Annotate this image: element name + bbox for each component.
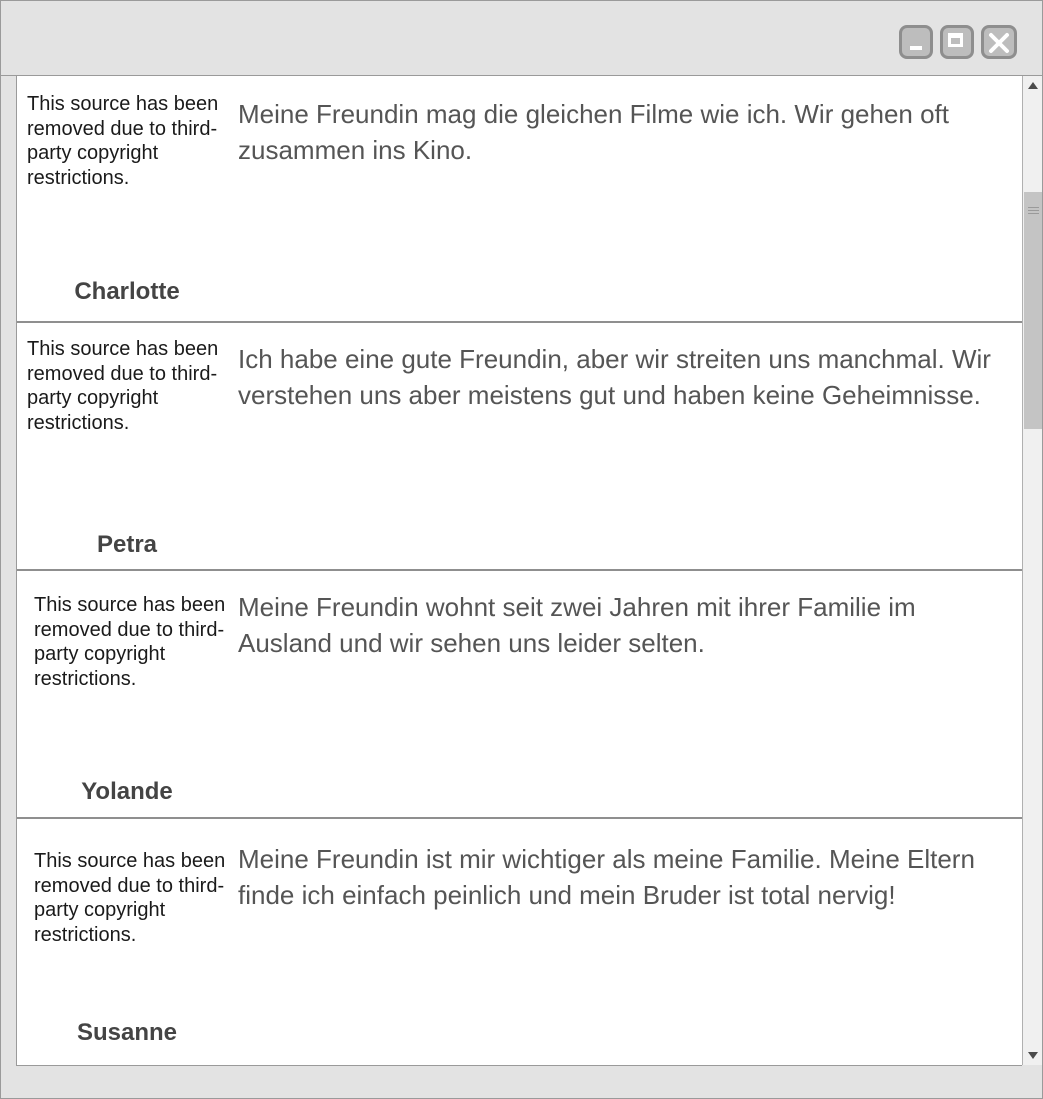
app-window: This source has been removed due to thir… [0,0,1043,1099]
entry-name: Susanne [76,1019,178,1046]
entry-quote: Meine Freundin mag die gleichen Filme wi… [238,99,950,165]
status-bar [1,1067,1042,1098]
entry-name: Charlotte [74,278,180,305]
scroll-down-button[interactable] [1023,1045,1042,1065]
removed-source-notice: This source has been removed due to thir… [27,93,219,189]
entry-row-petra: This source has been removed due to thir… [17,323,1022,571]
close-icon [989,33,1009,53]
removed-source-notice: This source has been removed due to thir… [34,594,226,690]
content-panel: This source has been removed due to thir… [16,76,1022,1066]
entry-name: Yolande [81,778,173,805]
close-button[interactable] [981,25,1017,59]
entry-quote: Ich habe eine gute Freundin, aber wir st… [238,344,991,410]
minimize-icon [910,46,922,50]
removed-source-notice: This source has been removed due to thir… [27,338,219,434]
entry-row-susanne: This source has been removed due to thir… [17,819,1022,1065]
removed-source-notice: This source has been removed due to thir… [34,850,226,946]
entry-quote: Meine Freundin wohnt seit zwei Jahren mi… [238,592,916,658]
title-bar [1,1,1042,76]
grip-icon [1028,207,1039,214]
entry-quote: Meine Freundin ist mir wichtiger als mei… [238,844,975,910]
minimize-button[interactable] [899,25,933,59]
entry-row-charlotte: This source has been removed due to thir… [17,76,1022,323]
maximize-button[interactable] [940,25,974,59]
entry-name: Petra [96,531,158,558]
scrollbar-thumb[interactable] [1024,192,1042,429]
scroll-up-button[interactable] [1023,76,1042,96]
vertical-scrollbar[interactable] [1022,76,1042,1065]
scroll-up-arrow-icon [1028,82,1038,89]
entry-row-yolande: This source has been removed due to thir… [17,571,1022,819]
maximize-icon [948,33,963,47]
scroll-down-arrow-icon [1028,1052,1038,1059]
